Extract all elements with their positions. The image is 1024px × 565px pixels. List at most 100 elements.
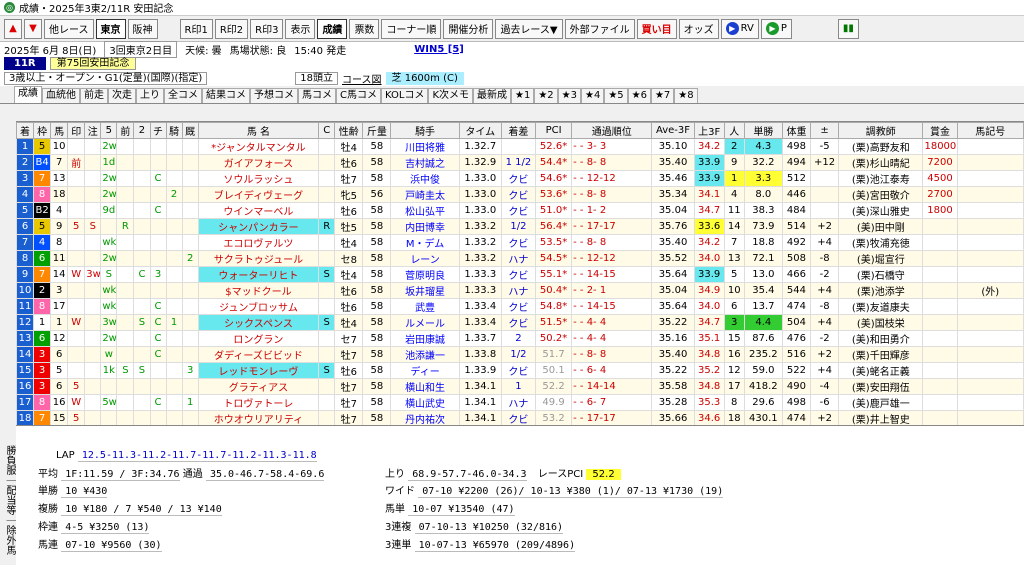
table-row[interactable]: 14 3 6 w C ダディーズビビッド 牡7 58 池添謙一 1.33.8 1/2 51.7- - … bbox=[15, 346, 1024, 363]
tab-18[interactable]: ★6 bbox=[627, 88, 651, 103]
table-row[interactable]: 4 8 18 2w 2 ブレイディヴェーグ 牝5 56 戸崎圭太 1.33.0 クビ 53.6* - -… bbox=[15, 186, 1024, 203]
results-grid[interactable]: 着枠馬印注5前2チ騎厩馬 名 C 性齢 斤量 騎手 タイム 着差 PCI 通過順位 Ave-3F 上… bbox=[15, 121, 1024, 427]
table-cell: - - 3- 3 bbox=[571, 138, 653, 155]
column-header[interactable]: 単勝 bbox=[743, 122, 783, 139]
tab-hanshin[interactable]: 阪神 bbox=[127, 18, 158, 39]
column-header[interactable]: チ bbox=[149, 122, 167, 139]
table-row[interactable]: 10 2 3 wk $マッドクール 牡6 58 坂井瑠星 1.33.3 ハナ 50.4* - - 2-… bbox=[15, 282, 1024, 299]
tab-16[interactable]: ★4 bbox=[580, 88, 605, 103]
tab-tokyo[interactable]: 東京 bbox=[95, 18, 126, 39]
tab-3[interactable]: 次走 bbox=[108, 88, 136, 103]
odds-button[interactable]: オッズ bbox=[678, 18, 719, 39]
table-cell bbox=[181, 330, 199, 347]
person-icon[interactable]: ▮▮ bbox=[837, 18, 859, 39]
table-cell: 33.9 bbox=[693, 154, 725, 171]
column-header[interactable]: 注 bbox=[84, 122, 102, 139]
past-race-button[interactable]: 過去レース▼ bbox=[495, 18, 563, 39]
external-file-button[interactable]: 外部ファイル bbox=[564, 18, 635, 39]
table-cell bbox=[67, 346, 86, 363]
other-race-button[interactable]: 他レース bbox=[44, 18, 94, 39]
table-row[interactable]: 2 B4 7 前 1d ガイアフォース 牡6 58 吉村誠之 1.32.9 1 1/2 54.4* - … bbox=[15, 154, 1024, 171]
tab-15[interactable]: ★3 bbox=[557, 88, 581, 103]
table-row[interactable]: 7 4 8 wk エコロヴァルツ 牡4 58 M・デム 1.33.2 クビ 53.5* - - 8- … bbox=[15, 234, 1024, 251]
column-header[interactable]: 馬 bbox=[50, 122, 69, 139]
table-row[interactable]: 5 B2 4 9d C ウインマーベル 牡6 58 松山弘平 1.33.0 クビ 51.0* - - 1… bbox=[15, 202, 1024, 219]
win5-link[interactable]: WIN5 [5] bbox=[414, 44, 464, 55]
tab-5[interactable]: 全コメ bbox=[164, 88, 202, 103]
column-header[interactable]: 着差 bbox=[500, 122, 536, 139]
corner-button[interactable]: コーナー順 bbox=[381, 18, 442, 39]
tab-13[interactable]: ★1 bbox=[511, 88, 535, 103]
table-row[interactable]: 15 3 5 1k S S 3 レッドモンレーヴ S 牡6 58 ディー 1.33.9 クビ 50.1- -… bbox=[15, 362, 1024, 379]
tickets-button[interactable]: 票数 bbox=[349, 18, 380, 39]
tab-8[interactable]: 馬コメ bbox=[298, 88, 336, 103]
table-cell: (美)深山雅史 bbox=[838, 202, 924, 219]
tab-1[interactable]: 血統他 bbox=[42, 88, 80, 103]
tab-9[interactable]: C馬コメ bbox=[336, 88, 381, 103]
table-row[interactable]: 3 7 13 2w C ソウルラッシュ 牡7 58 浜中俊 1.33.0 クビ 54.6* - - 12… bbox=[15, 170, 1024, 187]
table-cell: wk bbox=[100, 282, 118, 299]
column-header[interactable]: 騎 bbox=[165, 122, 183, 139]
column-header[interactable]: 調教師 bbox=[838, 122, 924, 139]
column-header[interactable]: 人 bbox=[723, 122, 745, 139]
rprint1-button[interactable]: R印1 bbox=[179, 18, 213, 39]
tab-12[interactable]: 最新成 bbox=[473, 88, 511, 103]
tab-11[interactable]: K次メモ bbox=[428, 88, 473, 103]
rprint3-button[interactable]: R印3 bbox=[250, 18, 284, 39]
column-header[interactable]: 5 bbox=[100, 122, 118, 139]
p-button[interactable]: ▶ P bbox=[760, 18, 792, 39]
tab-6[interactable]: 結果コメ bbox=[202, 88, 250, 103]
tab-4[interactable]: 上り bbox=[136, 88, 164, 103]
column-header[interactable]: 騎手 bbox=[390, 122, 460, 139]
table-row[interactable]: 1 5 10 2w *ジャンタルマンタル 牡4 58 川田将雅 1.32.7 52.6* - - 3… bbox=[15, 138, 1024, 155]
tab-10[interactable]: KOLコメ bbox=[380, 88, 429, 103]
column-header[interactable]: 上3F bbox=[693, 122, 725, 139]
next-race-down-icon[interactable]: ▼ bbox=[24, 18, 42, 39]
column-header[interactable]: 前 bbox=[116, 122, 135, 139]
column-header[interactable]: Ave-3F bbox=[651, 122, 695, 139]
column-header[interactable]: 通過順位 bbox=[571, 122, 653, 139]
column-header[interactable]: 賞金 bbox=[922, 122, 958, 139]
tab-7[interactable]: 予想コメ bbox=[250, 88, 298, 103]
table-cell bbox=[165, 266, 183, 283]
column-header[interactable]: 馬 名 bbox=[197, 122, 320, 139]
column-header[interactable]: PCI bbox=[534, 122, 573, 139]
table-row[interactable]: 11 8 17 wk C ジュンブロッサム 牡6 58 武豊 1.33.4 クビ 54.8* - - 1… bbox=[15, 298, 1024, 315]
column-header[interactable]: 印 bbox=[67, 122, 86, 139]
column-header[interactable]: 馬記号 bbox=[956, 122, 1024, 139]
column-header[interactable]: ± bbox=[810, 122, 840, 139]
table-row[interactable]: 17 8 16 W 5w C 1 トロヴァトーレ 牡7 58 横山武史 1.34.1 ハナ 49.9- -… bbox=[15, 394, 1024, 411]
table-row[interactable]: 12 1 1 W 3w S C 1 シックスペンス S 牡4 58 ルメール 1.33.4 クビ 51.5* -… bbox=[15, 314, 1024, 331]
table-row[interactable]: 13 6 12 2w C ロングラン セ7 58 岩田康誠 1.33.7 2 50.2* - - 4- … bbox=[15, 330, 1024, 347]
rv-button[interactable]: ▶ RV bbox=[720, 18, 759, 39]
table-row[interactable]: 16 3 6 5 グラティアス 牡7 58 横山和生 1.34.1 1 52.2- - 14-14 3… bbox=[15, 378, 1024, 395]
tab-17[interactable]: ★5 bbox=[604, 88, 628, 103]
tab-0[interactable]: 成績 bbox=[14, 86, 42, 103]
buy-button[interactable]: 買い目 bbox=[636, 18, 677, 39]
table-row[interactable]: 6 5 9 5 S R シャンパンカラー R 牡5 58 内田博幸 1.33.2 1/2 56.4* - -… bbox=[15, 218, 1024, 235]
column-header[interactable]: 体重 bbox=[781, 122, 812, 139]
prev-race-up-icon[interactable]: ▲ bbox=[4, 18, 22, 39]
column-header[interactable]: 枠 bbox=[33, 122, 52, 139]
column-header[interactable]: C bbox=[318, 122, 336, 139]
tab-14[interactable]: ★2 bbox=[534, 88, 558, 103]
rprint2-button[interactable]: R印2 bbox=[214, 18, 249, 39]
results-button[interactable]: 成績 bbox=[317, 18, 348, 39]
column-header[interactable]: 着 bbox=[15, 122, 35, 139]
column-header[interactable]: タイム bbox=[458, 122, 502, 139]
column-header[interactable]: 2 bbox=[133, 122, 151, 139]
tab-2[interactable]: 前走 bbox=[80, 88, 108, 103]
column-header[interactable]: 性齢 bbox=[334, 122, 364, 139]
side-tabs[interactable]: 勝負服｜配当等｜除外馬 bbox=[0, 440, 16, 560]
tab-19[interactable]: ★7 bbox=[650, 88, 675, 103]
table-row[interactable]: 8 6 11 2w 2 サクラトゥジュール セ8 58 レーン 1.33.2 ハナ 54.5* - - … bbox=[15, 250, 1024, 267]
table-cell: - - 14-14 bbox=[571, 378, 653, 395]
table-row[interactable]: 9 7 14 W 3w S C 3 ウォーターリヒト S 牡4 58 菅原明良 1.33.3 クビ 55.1*… bbox=[15, 266, 1024, 283]
column-header[interactable]: 斤量 bbox=[362, 122, 392, 139]
table-cell: - - 4- 4 bbox=[571, 330, 653, 347]
column-header[interactable]: 厩 bbox=[181, 122, 199, 139]
display-button[interactable]: 表示 bbox=[285, 18, 316, 39]
tab-20[interactable]: ★8 bbox=[674, 88, 698, 103]
pace-analysis-button[interactable]: 開催分析 bbox=[443, 18, 494, 39]
course-map-link[interactable]: コース図 bbox=[342, 71, 382, 86]
